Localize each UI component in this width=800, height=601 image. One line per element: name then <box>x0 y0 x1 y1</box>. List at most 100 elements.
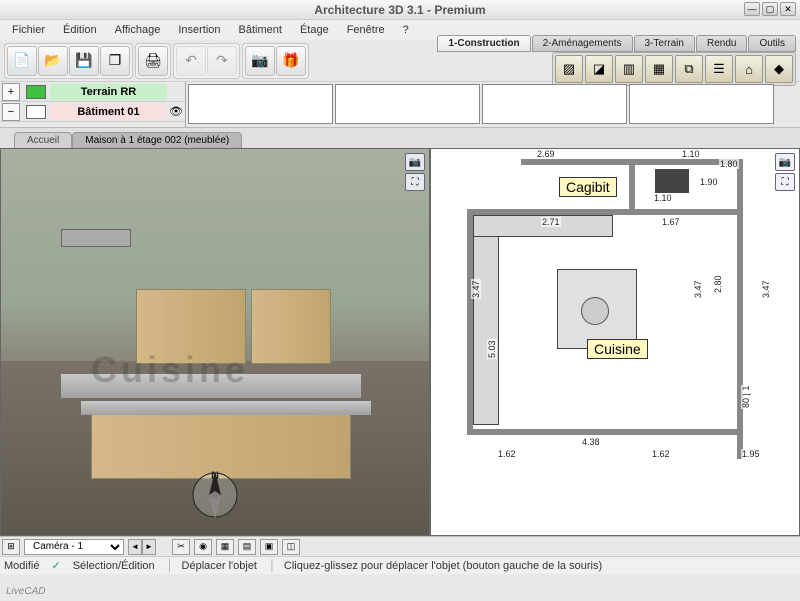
construction-toolbar: ▨ ◪ ▥ ▦ ⧉ ☰ ⌂ ◆ <box>552 52 796 86</box>
dimension-label: 3.47 <box>471 279 481 299</box>
fullscreen-icon[interactable]: ⛶ <box>405 173 425 191</box>
extra-tool[interactable]: ◆ <box>765 55 793 83</box>
cooktop-icon <box>581 297 609 325</box>
stairs-tool[interactable]: ☰ <box>705 55 733 83</box>
menu-etage[interactable]: Étage <box>292 22 337 38</box>
new-button[interactable]: 📄 <box>7 46 37 76</box>
room-label-cuisine: Cuisine <box>587 339 648 359</box>
redo-button[interactable]: ↷ <box>207 46 237 76</box>
tab-amenagements[interactable]: 2-Aménagements <box>532 35 633 52</box>
nav-next[interactable]: ► <box>142 539 156 555</box>
menu-insertion[interactable]: Insertion <box>170 22 228 38</box>
thumbnail-strip <box>186 82 800 127</box>
2d-plan-viewport[interactable]: 📷 ⛶ Cagibit Cuisine 2.691.101.801.901.10… <box>430 148 800 536</box>
tab-construction[interactable]: 1-Construction <box>437 35 530 52</box>
viewport-area: Cuisine N 📷 ⛶ 📷 ⛶ Cagibit Cuisine 2.691 <box>0 148 800 536</box>
layer-expand-icon[interactable]: + <box>2 83 20 101</box>
tab-rendu[interactable]: Rendu <box>696 35 747 52</box>
window-tool[interactable]: ▥ <box>615 55 643 83</box>
gift-button[interactable]: 🎁 <box>276 46 306 76</box>
status-action: Déplacer l'objet <box>167 560 257 572</box>
history-tool-group: ↶ ↷ <box>173 43 240 79</box>
layers-panel: + Terrain RR − Bâtiment 01 👁 <box>0 82 186 127</box>
window-controls: — ▢ ✕ <box>744 2 796 16</box>
tab-outils[interactable]: Outils <box>748 35 796 52</box>
print-button[interactable]: 🖨 <box>138 46 168 76</box>
layer-name: Bâtiment 01 <box>50 104 167 120</box>
branding-watermark: LiveCAD <box>2 586 49 600</box>
dimension-label: 2.69 <box>536 149 556 159</box>
room-tool[interactable]: ◪ <box>585 55 613 83</box>
dimension-label: 1.10 <box>653 193 673 203</box>
maximize-button[interactable]: ▢ <box>762 2 778 16</box>
dimension-label: 3.47 <box>693 279 703 299</box>
thumbnail[interactable] <box>629 84 774 124</box>
fullscreen-icon[interactable]: ⛶ <box>775 173 795 191</box>
grid-tool[interactable]: ▦ <box>216 539 234 555</box>
print-tool-group: 🖨 <box>135 43 171 79</box>
visibility-icon[interactable]: 👁 <box>167 105 185 118</box>
save-button[interactable]: 💾 <box>69 46 99 76</box>
menu-edition[interactable]: Édition <box>55 22 105 38</box>
thumbnail[interactable] <box>335 84 480 124</box>
compass-icon[interactable]: N <box>187 467 243 523</box>
wall-tool[interactable]: ▨ <box>555 55 583 83</box>
layer-tool[interactable]: ▣ <box>260 539 278 555</box>
upper-cabinet <box>251 289 331 364</box>
photo-button[interactable]: 📷 <box>245 46 275 76</box>
nav-prev[interactable]: ◄ <box>128 539 142 555</box>
tab-accueil[interactable]: Accueil <box>14 132 72 148</box>
tab-terrain[interactable]: 3-Terrain <box>634 35 695 52</box>
dimension-label: 1.80 <box>719 159 739 169</box>
menu-batiment[interactable]: Bâtiment <box>231 22 290 38</box>
align-tool[interactable]: ▤ <box>238 539 256 555</box>
dimension-label: 1.95 <box>741 449 761 459</box>
minimize-button[interactable]: — <box>744 2 760 16</box>
snap-tool[interactable]: ◉ <box>194 539 212 555</box>
misc-tool-group: 📷 🎁 <box>242 43 309 79</box>
counter <box>473 215 499 425</box>
view-controls: 📷 ⛶ <box>405 153 425 191</box>
camera-icon[interactable]: 📷 <box>405 153 425 171</box>
mode-tabs: 1-Construction 2-Aménagements 3-Terrain … <box>437 35 796 52</box>
dimension-label: 2.71 <box>541 217 561 227</box>
svg-text:N: N <box>211 470 219 482</box>
grid-toggle[interactable]: ⊞ <box>2 539 20 555</box>
roof-tool[interactable]: ⌂ <box>735 55 763 83</box>
dimension-label: 2.80 <box>713 274 723 294</box>
bottom-toolbar: ⊞ Caméra - 1 ◄ ► ✂ ◉ ▦ ▤ ▣ ◫ <box>0 536 800 556</box>
menu-fichier[interactable]: Fichier <box>4 22 53 38</box>
thumbnail[interactable] <box>188 84 333 124</box>
undo-button[interactable]: ↶ <box>176 46 206 76</box>
menu-help[interactable]: ? <box>395 22 417 38</box>
layer-collapse-icon[interactable]: − <box>2 103 20 121</box>
layer-terrain[interactable]: + Terrain RR <box>0 82 185 102</box>
layers-row: + Terrain RR − Bâtiment 01 👁 <box>0 82 800 128</box>
thumbnail[interactable] <box>482 84 627 124</box>
tab-maison[interactable]: Maison à 1 étage 002 (meublée) <box>72 132 242 148</box>
layer-swatch-terrain <box>26 85 46 99</box>
dimension-label: 5.03 <box>487 339 497 359</box>
menu-affichage[interactable]: Affichage <box>107 22 169 38</box>
close-button[interactable]: ✕ <box>780 2 796 16</box>
camera-select[interactable]: Caméra - 1 <box>24 539 124 555</box>
camera-icon[interactable]: 📷 <box>775 153 795 171</box>
railing-tool[interactable]: ⧉ <box>675 55 703 83</box>
wall <box>629 159 635 213</box>
dimension-label: 3.47 <box>761 279 771 299</box>
room-label-cagibit: Cagibit <box>559 177 617 197</box>
dimension-label: 1.62 <box>497 449 517 459</box>
layer-batiment[interactable]: − Bâtiment 01 👁 <box>0 102 185 122</box>
menu-fenetre[interactable]: Fenêtre <box>339 22 393 38</box>
status-hint: Cliquez-glissez pour déplacer l'objet (b… <box>269 560 602 572</box>
copy-button[interactable]: ❐ <box>100 46 130 76</box>
measure-tool[interactable]: ◫ <box>282 539 300 555</box>
cut-tool[interactable]: ✂ <box>172 539 190 555</box>
3d-viewport[interactable]: Cuisine N 📷 ⛶ <box>0 148 430 536</box>
wall <box>737 159 743 459</box>
open-button[interactable]: 📂 <box>38 46 68 76</box>
status-mode: Modifié <box>4 560 39 572</box>
door-tool[interactable]: ▦ <box>645 55 673 83</box>
main-toolbar: 📄 📂 💾 ❐ 🖨 ↶ ↷ 📷 🎁 1-Construction 2-Aména… <box>0 40 800 82</box>
dimension-label: 1.10 <box>681 149 701 159</box>
